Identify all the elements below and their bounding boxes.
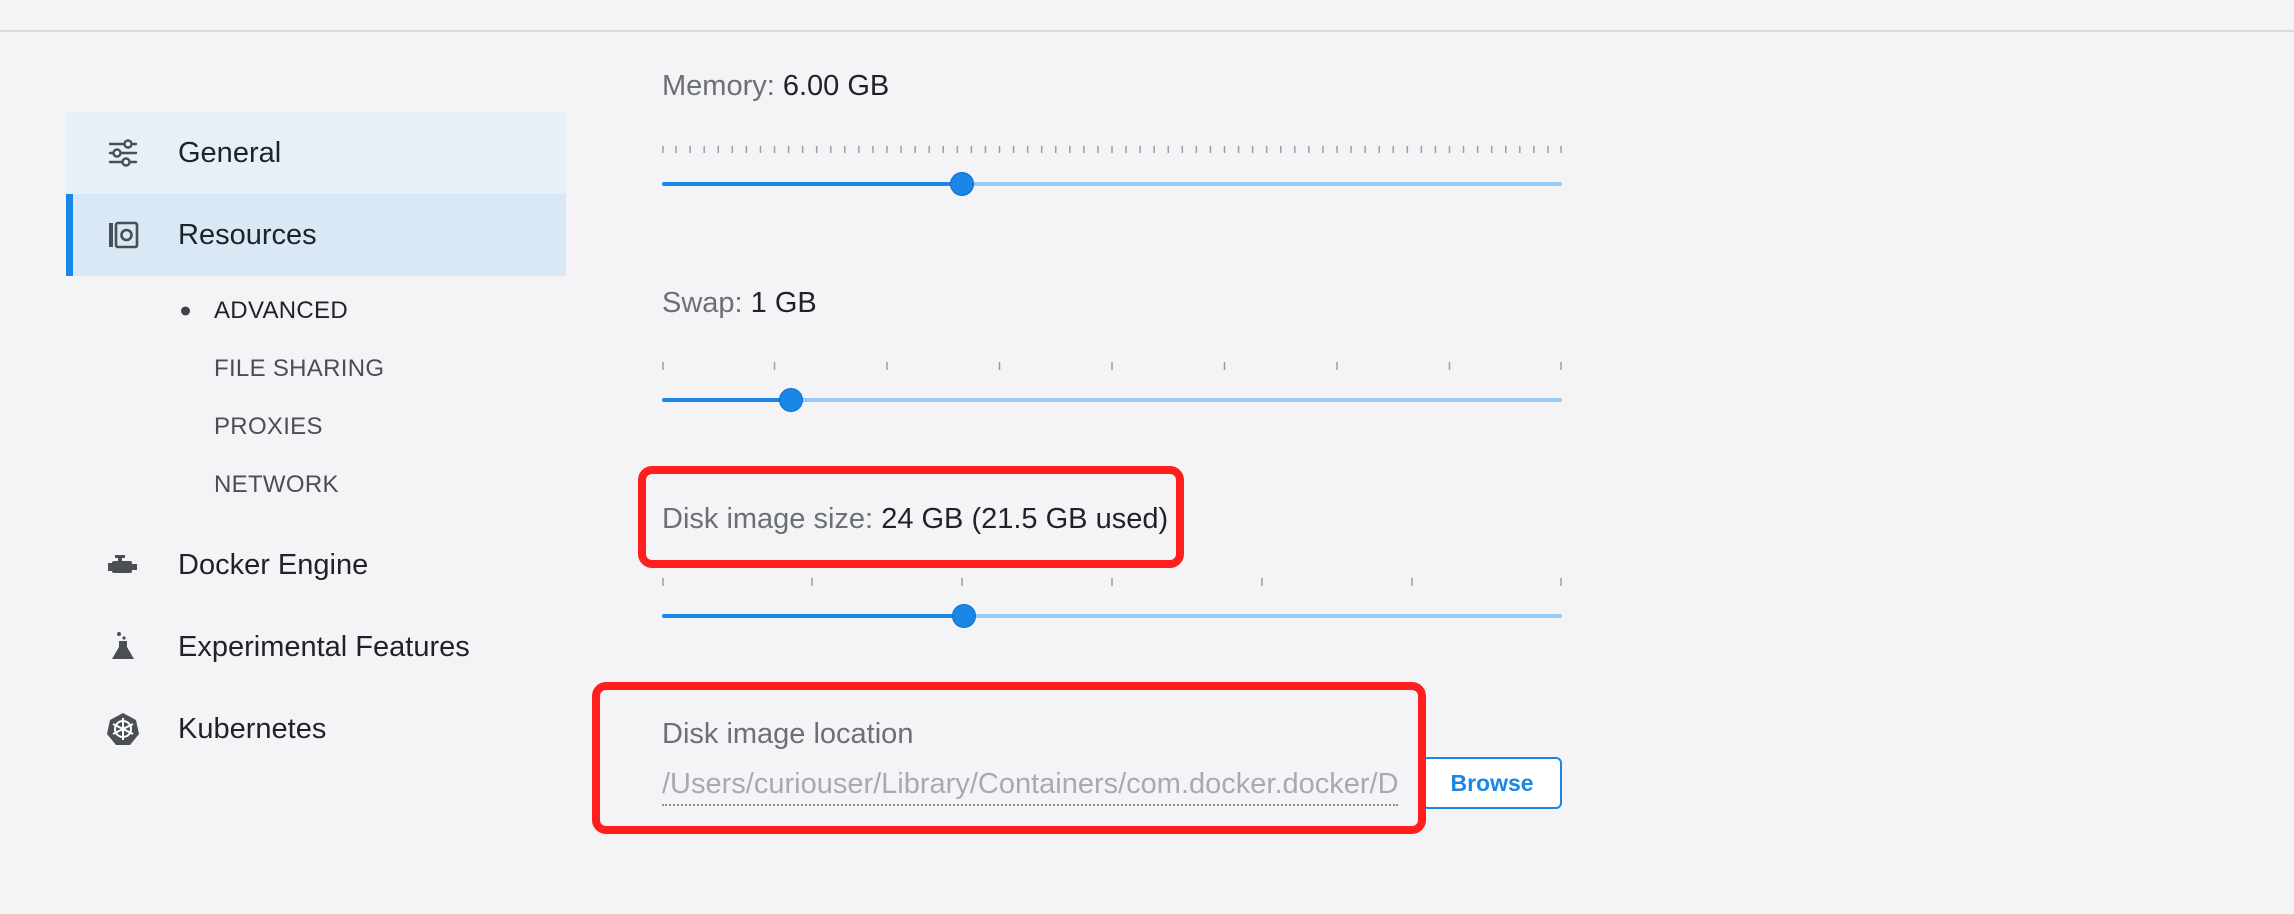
disk-size-label-text: Disk image size: <box>662 503 874 535</box>
memory-value: 6.00 GB <box>782 70 890 102</box>
sidebar-item-label: Docker Engine <box>178 548 369 581</box>
memory-slider[interactable] <box>662 146 1562 206</box>
disk-size-value: 24 GB (21.5 GB used) <box>881 503 1169 535</box>
disk-location-highlight-box <box>592 682 1426 834</box>
disk-size-slider-fill <box>662 614 964 618</box>
disk-size-slider[interactable] <box>662 578 1562 638</box>
resources-subnav: ADVANCED FILE SHARING PROXIES NETWORK <box>66 276 566 514</box>
memory-slider-ticks <box>662 146 1562 156</box>
swap-slider-fill <box>662 398 791 402</box>
swap-slider-thumb[interactable] <box>779 388 803 412</box>
subnav-item-advanced[interactable]: ADVANCED <box>66 282 566 340</box>
subnav-item-proxies[interactable]: PROXIES <box>66 398 566 456</box>
disk-size-slider-thumb[interactable] <box>952 604 976 628</box>
swap-label: Swap: 1 GB <box>662 287 817 320</box>
sidebar-item-label: Resources <box>178 218 317 251</box>
subnav-item-file-sharing[interactable]: FILE SHARING <box>66 340 566 398</box>
sliders-icon <box>106 136 140 170</box>
memory-label-text: Memory: <box>662 70 775 102</box>
memory-slider-track[interactable] <box>662 172 1562 196</box>
kubernetes-icon <box>106 712 140 746</box>
subnav-item-label: ADVANCED <box>214 297 348 324</box>
browse-button[interactable]: Browse <box>1422 757 1562 809</box>
subnav-item-label: FILE SHARING <box>214 355 385 382</box>
disk-size-slider-track[interactable] <box>662 604 1562 628</box>
swap-value: 1 GB <box>750 287 817 319</box>
sidebar-item-label: General <box>178 136 282 169</box>
swap-slider[interactable] <box>662 362 1562 422</box>
flask-icon <box>106 630 140 664</box>
resources-advanced-panel: Memory: 6.00 GB Swap: 1 GB Disk image si… <box>592 0 1562 914</box>
docker-engine-icon <box>106 548 140 582</box>
sidebar-item-label: Experimental Features <box>178 630 470 663</box>
subnav-item-network[interactable]: NETWORK <box>66 456 566 514</box>
disk-location-label: Disk image location <box>662 718 914 750</box>
swap-slider-track[interactable] <box>662 388 1562 412</box>
memory-slider-thumb[interactable] <box>950 172 974 196</box>
sidebar-item-experimental-features[interactable]: Experimental Features <box>66 606 566 688</box>
disk-location-field[interactable]: /Users/curiouser/Library/Containers/com.… <box>662 762 1398 806</box>
sidebar-item-label: Kubernetes <box>178 712 327 745</box>
sidebar-item-docker-engine[interactable]: Docker Engine <box>66 524 566 606</box>
sidebar-item-kubernetes[interactable]: Kubernetes <box>66 688 566 770</box>
subnav-item-label: NETWORK <box>214 471 339 498</box>
sidebar: General Resources ADVANCED FILE SHARING <box>66 112 566 770</box>
docker-preferences-page: General Resources ADVANCED FILE SHARING <box>0 0 2294 914</box>
swap-slider-ticks <box>662 362 1562 372</box>
memory-slider-fill <box>662 182 962 186</box>
swap-label-text: Swap: <box>662 287 743 319</box>
memory-label: Memory: 6.00 GB <box>662 70 889 103</box>
resources-icon <box>106 218 140 252</box>
sidebar-item-general[interactable]: General <box>66 112 566 194</box>
disk-size-slider-ticks <box>662 578 1562 588</box>
disk-size-label: Disk image size: 24 GB (21.5 GB used) <box>662 503 1168 536</box>
active-dot-icon <box>181 306 190 316</box>
sidebar-item-resources[interactable]: Resources <box>66 194 566 276</box>
subnav-item-label: PROXIES <box>214 413 323 440</box>
